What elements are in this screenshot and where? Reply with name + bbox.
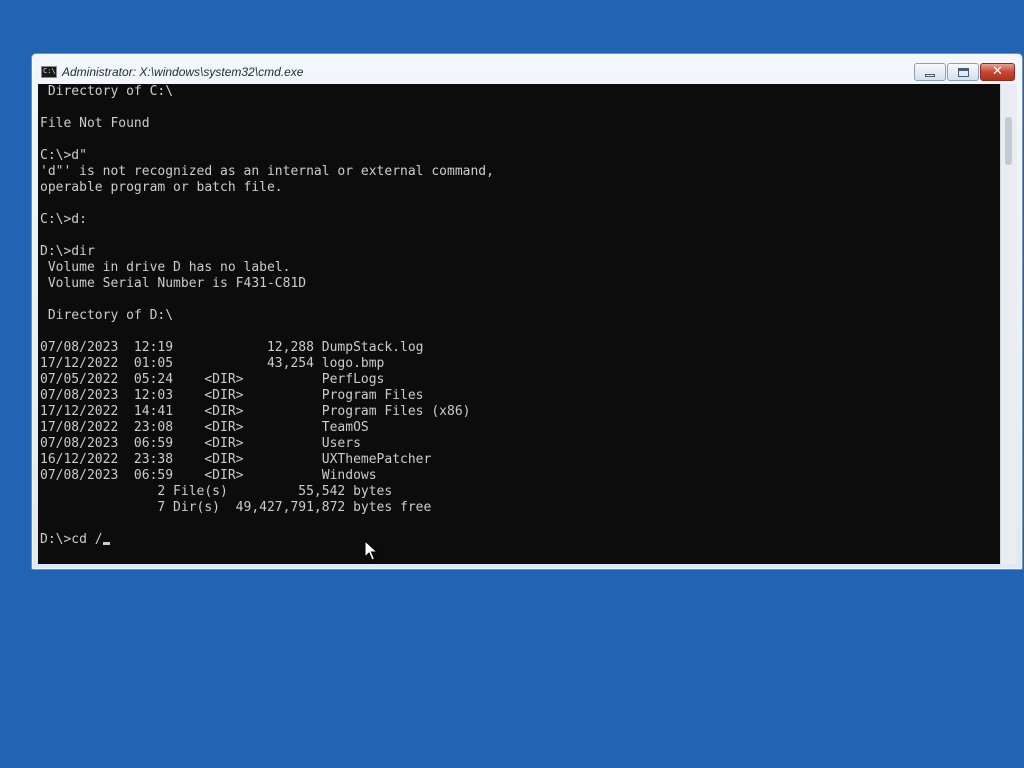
console-line: 07/08/2023 06:59 <DIR> Windows: [40, 468, 377, 483]
console-line: 07/08/2023 12:19 12,288 DumpStack.log: [40, 340, 424, 355]
scrollbar-thumb[interactable]: [1005, 117, 1012, 165]
vertical-scrollbar[interactable]: [1000, 84, 1017, 564]
window-title: Administrator: X:\windows\system32\cmd.e…: [62, 65, 304, 79]
console-line: 07/08/2023 06:59 <DIR> Users: [40, 436, 361, 451]
minimize-button[interactable]: [914, 63, 946, 81]
console-line: 'd"' is not recognized as an internal or…: [40, 164, 494, 179]
console-line: 17/12/2022 01:05 43,254 logo.bmp: [40, 356, 385, 371]
cmd-window[interactable]: C:\ Administrator: X:\windows\system32\c…: [31, 53, 1023, 570]
console-line: 17/12/2022 14:41 <DIR> Program Files (x8…: [40, 404, 471, 419]
console-line: C:\>d:: [40, 212, 87, 227]
console-line: Volume Serial Number is F431-C81D: [47, 276, 307, 291]
console-text: Directory of C:\ File Not Found C:\>d" '…: [40, 84, 494, 548]
console-line: Volume in drive D has no label.: [47, 260, 291, 275]
close-button[interactable]: ✕: [980, 63, 1015, 81]
text-cursor: [102, 542, 110, 545]
cmd-app-icon[interactable]: C:\: [41, 66, 57, 78]
console-line: 07/05/2022 05:24 <DIR> PerfLogs: [40, 372, 385, 387]
console-line: 17/08/2022 23:08 <DIR> TeamOS: [40, 420, 369, 435]
maximize-icon: [957, 67, 969, 77]
console-line: D:\>dir: [40, 244, 95, 259]
mouse-pointer-icon: [364, 540, 378, 561]
console-line: 7 Dir(s) 49,427,791,872 bytes free: [157, 500, 432, 515]
console-line: Directory of C:\: [47, 84, 174, 99]
console-history: Directory of C:\ File Not Found C:\>d" '…: [40, 84, 494, 515]
title-bar[interactable]: C:\ Administrator: X:\windows\system32\c…: [32, 54, 1022, 84]
console-line: operable program or batch file.: [40, 180, 283, 195]
console-output-area[interactable]: Directory of C:\ File Not Found C:\>d" '…: [38, 84, 1000, 564]
maximize-button[interactable]: [947, 63, 979, 81]
console-line: File Not Found: [40, 116, 150, 131]
minimize-icon: [925, 73, 935, 77]
console-line: 16/12/2022 23:38 <DIR> UXThemePatcher: [40, 452, 432, 467]
console-line: 2 File(s) 55,542 bytes: [157, 484, 393, 499]
console-line: Directory of D:\: [47, 308, 174, 323]
command-prompt-line[interactable]: D:\>cd /: [40, 532, 103, 547]
console-line: 07/08/2023 12:03 <DIR> Program Files: [40, 388, 424, 403]
console-line: C:\>d": [40, 148, 87, 163]
close-icon: ✕: [992, 64, 1003, 79]
